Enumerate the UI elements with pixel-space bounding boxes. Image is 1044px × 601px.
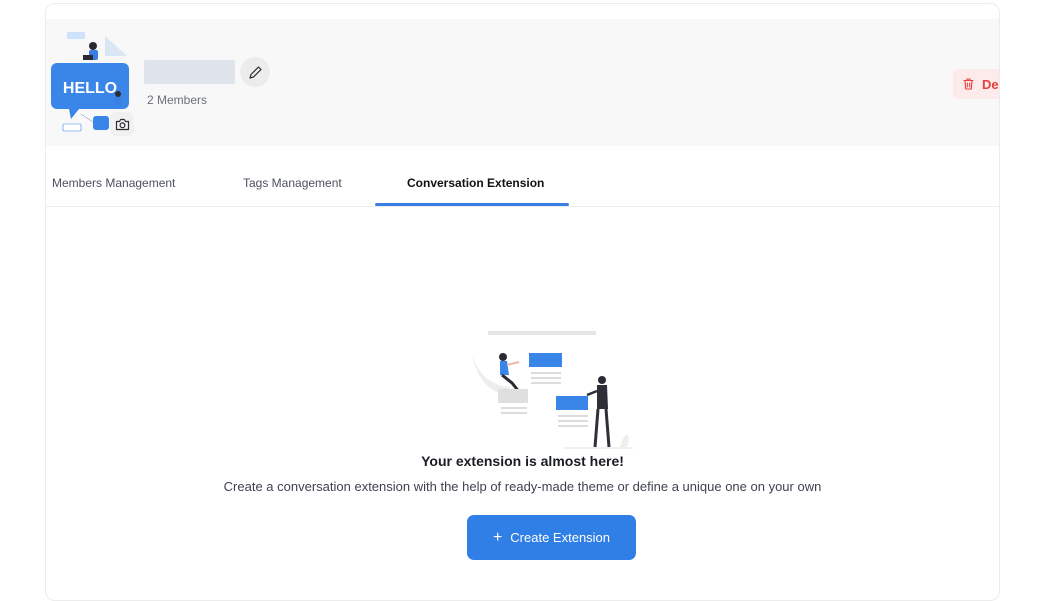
create-extension-label: Create Extension — [510, 530, 611, 545]
empty-state-description: Create a conversation extension with the… — [223, 479, 822, 494]
tab-members-management[interactable]: Members Management — [52, 176, 175, 190]
trash-icon — [963, 78, 974, 90]
group-settings-card: HELLO 2 Members De Members Management Ta… — [45, 3, 1000, 601]
pencil-icon — [248, 65, 262, 79]
tab-bar: Members Management Tags Management Conve… — [46, 146, 999, 207]
delete-label: De — [982, 76, 999, 92]
change-photo-button[interactable] — [110, 112, 134, 136]
members-count: 2 Members — [147, 93, 208, 107]
avatar-hello-text: HELLO — [63, 80, 117, 97]
tab-tags-management[interactable]: Tags Management — [243, 176, 342, 190]
create-extension-button[interactable]: + Create Extension — [467, 515, 636, 560]
active-tab-indicator — [375, 203, 569, 206]
delete-button[interactable]: De — [953, 69, 999, 99]
edit-name-button[interactable] — [240, 57, 270, 87]
group-name-field — [144, 60, 235, 84]
camera-icon — [115, 118, 129, 130]
tab-conversation-extension[interactable]: Conversation Extension — [407, 176, 544, 190]
group-header: HELLO 2 Members De — [46, 19, 999, 146]
plus-icon: + — [492, 528, 503, 546]
empty-state-illustration — [470, 325, 635, 450]
empty-state-title: Your extension is almost here! — [421, 453, 624, 469]
